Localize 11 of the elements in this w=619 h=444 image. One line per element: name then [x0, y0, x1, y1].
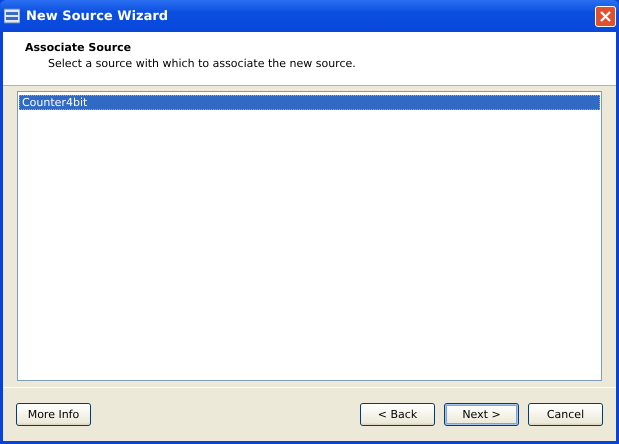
more-info-button[interactable]: More Info	[16, 403, 91, 426]
close-icon	[600, 10, 611, 22]
page-title: Associate Source	[25, 41, 132, 54]
wizard-button[interactable]: < Back	[360, 403, 435, 426]
wizard-button[interactable]: Next >	[444, 403, 519, 426]
source-item[interactable]: Counter4bit	[19, 95, 600, 110]
page-subtitle: Select a source with which to associate the new source.	[48, 57, 357, 70]
window-title: New Source Wizard	[26, 8, 170, 24]
close-button[interactable]	[595, 6, 616, 26]
wizard-button[interactable]: Cancel	[528, 403, 603, 426]
app-icon	[4, 8, 20, 24]
